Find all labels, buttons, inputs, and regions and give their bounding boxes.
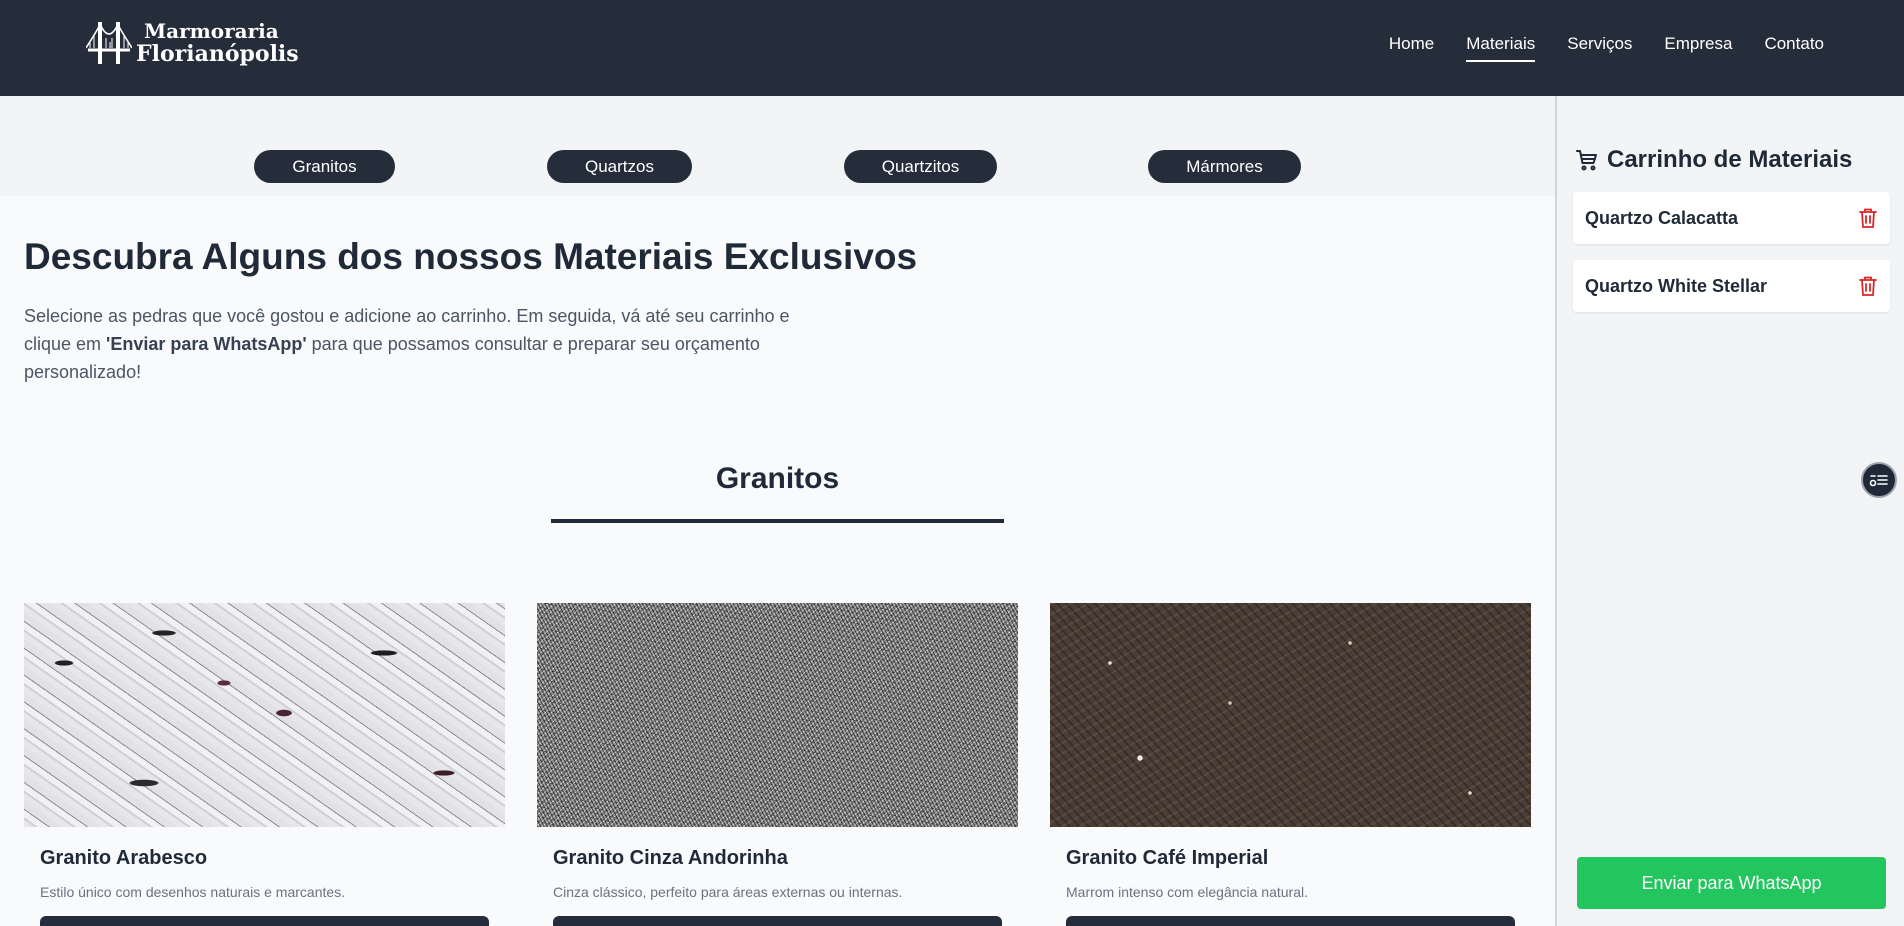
intro-text-highlight: 'Enviar para WhatsApp' (106, 334, 307, 354)
trash-icon[interactable] (1858, 275, 1878, 297)
product-name: Granito Arabesco (40, 847, 208, 869)
nav-empresa[interactable]: Empresa (1664, 34, 1732, 62)
cart-header: Carrinho de Materiais (1575, 146, 1852, 174)
bridge-icon (86, 22, 132, 64)
logo-line-1: Marmoraria (144, 19, 279, 43)
floating-settings-button[interactable] (1861, 462, 1897, 498)
toggle-list-icon (1869, 475, 1888, 487)
logo-line-2: Florianópolis (136, 41, 299, 67)
product-image (1050, 603, 1531, 827)
cart-item-label: Quartzo Calacatta (1585, 207, 1739, 228)
cart-item-label: Quartzo White Stellar (1585, 275, 1768, 296)
category-quartzitos-button[interactable]: Quartzitos (844, 150, 997, 183)
product-description: Estilo único com desenhos naturais e mar… (40, 884, 346, 900)
category-bar: Granitos Quartzos Quartzitos Mármores (0, 96, 1555, 196)
category-quartzos-button[interactable]: Quartzos (547, 150, 692, 183)
add-to-cart-button[interactable] (1066, 916, 1515, 926)
cart-item: Quartzo Calacatta (1573, 192, 1890, 244)
site-header: Marmoraria Florianópolis Home Materiais … (0, 0, 1904, 96)
section-title: Granitos (715, 462, 840, 495)
product-description: Cinza clássico, perfeito para áreas exte… (553, 884, 903, 900)
nav-contato[interactable]: Contato (1764, 34, 1824, 62)
trash-icon[interactable] (1858, 207, 1878, 229)
cart-item: Quartzo White Stellar (1573, 260, 1890, 312)
product-card: Granito Cinza Andorinha Cinza clássico, … (537, 603, 1018, 926)
cart-sidebar: Carrinho de Materiais Quartzo Calacatta … (1555, 96, 1904, 926)
product-name: Granito Cinza Andorinha (553, 847, 788, 869)
intro-text: Selecione as pedras que você gostou e ad… (24, 302, 824, 386)
cart-title: Carrinho de Materiais (1607, 146, 1853, 173)
add-to-cart-button[interactable] (40, 916, 489, 926)
nav-home[interactable]: Home (1389, 34, 1434, 62)
category-marmores-button[interactable]: Mármores (1148, 150, 1301, 183)
send-whatsapp-button[interactable]: Enviar para WhatsApp (1577, 857, 1886, 909)
section-divider (551, 519, 1004, 523)
add-to-cart-button[interactable] (553, 916, 1002, 926)
product-card: Granito Café Imperial Marrom intenso com… (1050, 603, 1531, 926)
main-nav: Home Materiais Serviços Empresa Contato (1389, 34, 1824, 62)
category-granitos-button[interactable]: Granitos (254, 150, 395, 183)
logo[interactable]: Marmoraria Florianópolis (86, 18, 299, 68)
product-card: Granito Arabesco Estilo único com desenh… (24, 603, 505, 926)
nav-servicos[interactable]: Serviços (1567, 34, 1632, 62)
page-title: Descubra Alguns dos nossos Materiais Exc… (24, 236, 918, 277)
nav-materiais[interactable]: Materiais (1466, 34, 1536, 62)
product-name: Granito Café Imperial (1066, 847, 1269, 869)
product-image (537, 603, 1018, 827)
cart-icon (1576, 150, 1597, 171)
product-description: Marrom intenso com elegância natural. (1066, 884, 1309, 900)
product-image (24, 603, 505, 827)
